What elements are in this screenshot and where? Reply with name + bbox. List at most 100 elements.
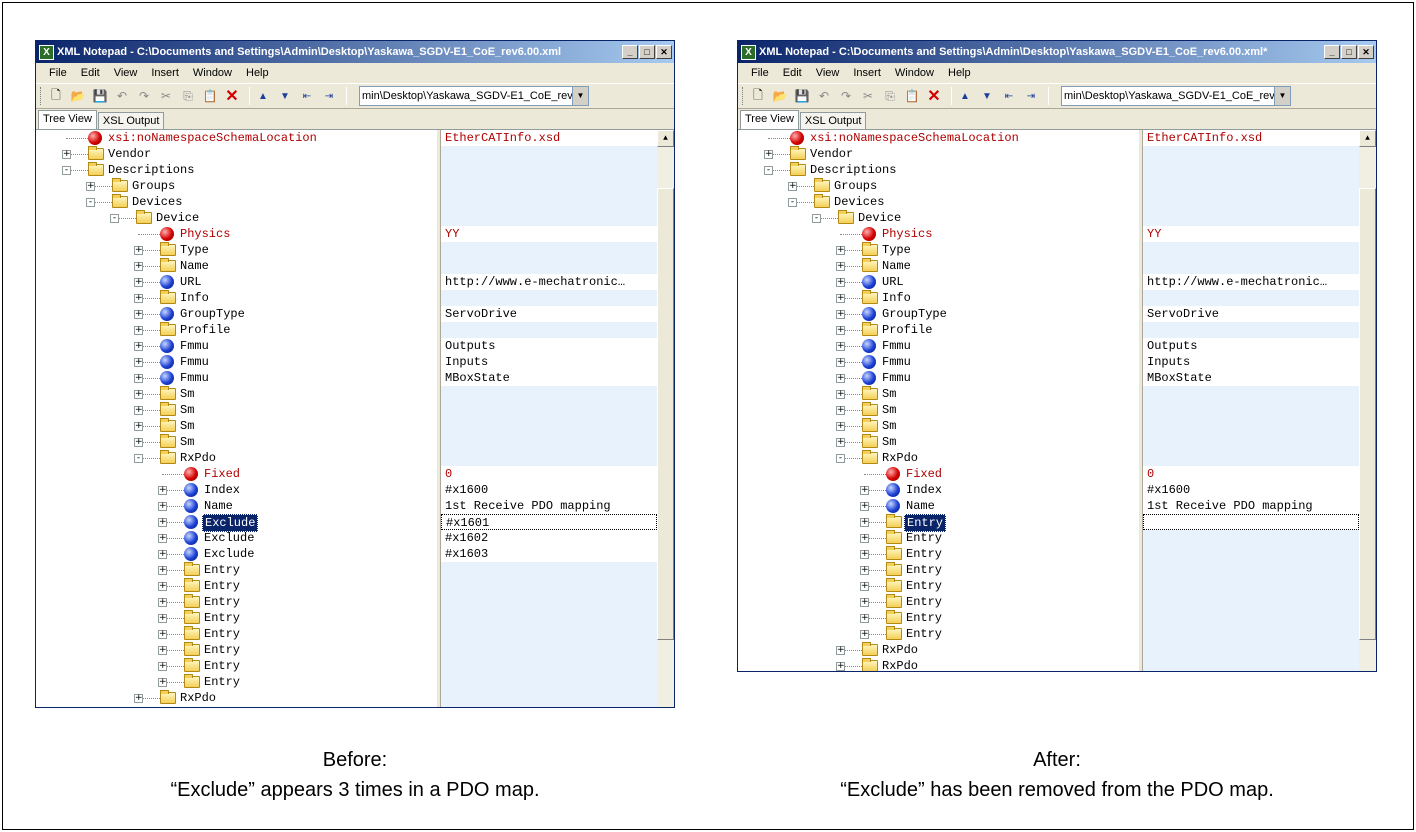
node-value-cell[interactable] <box>441 162 657 178</box>
node-value-cell[interactable] <box>441 418 657 434</box>
expand-toggle-icon[interactable]: + <box>860 614 869 623</box>
tree-node[interactable]: + Fmmu <box>738 370 1138 386</box>
expand-toggle-icon[interactable]: + <box>860 550 869 559</box>
node-value-cell[interactable] <box>1143 578 1359 594</box>
tab-tree-view[interactable]: Tree View <box>740 110 799 129</box>
node-value-cell[interactable] <box>1143 402 1359 418</box>
tree-node[interactable]: + Name <box>36 258 436 274</box>
expand-toggle-icon[interactable]: + <box>134 406 143 415</box>
tree-node[interactable]: + Info <box>36 290 436 306</box>
node-value-cell[interactable] <box>441 290 657 306</box>
vertical-scrollbar[interactable]: ▲ <box>1359 130 1376 671</box>
expand-toggle-icon[interactable]: + <box>836 646 845 655</box>
tree-node[interactable]: + Entry <box>738 562 1138 578</box>
node-value-cell[interactable] <box>441 322 657 338</box>
tree-node[interactable]: + Vendor <box>36 146 436 162</box>
expand-toggle-icon[interactable]: + <box>134 310 143 319</box>
node-value-cell[interactable] <box>441 146 657 162</box>
redo-icon[interactable]: ↷ <box>837 87 855 105</box>
indent-icon[interactable]: ⇤ <box>298 87 316 105</box>
tree-node[interactable]: + Entry <box>738 578 1138 594</box>
node-value-cell[interactable]: #x1600 <box>441 482 657 498</box>
expand-toggle-icon[interactable]: + <box>158 630 167 639</box>
node-value-cell[interactable]: #x1601 <box>441 514 657 530</box>
tree-node[interactable]: + Entry <box>36 562 436 578</box>
tree-node[interactable]: + RxPdo <box>738 642 1138 658</box>
expand-toggle-icon[interactable]: + <box>134 326 143 335</box>
node-value-cell[interactable] <box>441 658 657 674</box>
open-folder-icon[interactable]: 📂 <box>69 87 87 105</box>
expand-toggle-icon[interactable]: + <box>134 294 143 303</box>
node-value-cell[interactable] <box>1143 210 1359 226</box>
tree-node[interactable]: + Entry <box>36 626 436 642</box>
expand-toggle-icon[interactable]: + <box>158 582 167 591</box>
expand-toggle-icon[interactable]: + <box>158 662 167 671</box>
node-value-cell[interactable] <box>1143 530 1359 546</box>
tree-node[interactable]: + GroupType <box>738 306 1138 322</box>
tree-node[interactable]: + Groups <box>738 178 1138 194</box>
node-value-cell[interactable] <box>1143 242 1359 258</box>
node-value-cell[interactable]: MBoxState <box>1143 370 1359 386</box>
expand-toggle-icon[interactable]: + <box>158 678 167 687</box>
expand-toggle-icon[interactable]: + <box>860 486 869 495</box>
tree-node[interactable]: + Info <box>738 290 1138 306</box>
expand-toggle-icon[interactable]: + <box>860 630 869 639</box>
node-value-cell[interactable]: ServoDrive <box>1143 306 1359 322</box>
close-button[interactable]: ✕ <box>1358 45 1374 59</box>
node-value-cell[interactable]: 0 <box>1143 466 1359 482</box>
expand-toggle-icon[interactable]: + <box>158 486 167 495</box>
tree-node[interactable]: + URL <box>738 274 1138 290</box>
node-value-cell[interactable] <box>1143 178 1359 194</box>
tree-node[interactable]: + Sm <box>738 418 1138 434</box>
node-value-cell[interactable]: EtherCATInfo.xsd <box>1143 130 1359 146</box>
node-value-cell[interactable] <box>441 194 657 210</box>
node-value-cell[interactable]: #x1603 <box>441 546 657 562</box>
tree-node[interactable]: + Entry <box>36 578 436 594</box>
menu-window[interactable]: Window <box>186 67 239 79</box>
node-value-cell[interactable] <box>1143 418 1359 434</box>
node-value-cell[interactable]: 0 <box>441 466 657 482</box>
delete-icon[interactable]: ✕ <box>925 87 943 105</box>
tree-node[interactable]: - RxPdo <box>36 450 436 466</box>
collapse-toggle-icon[interactable]: - <box>62 166 71 175</box>
collapse-toggle-icon[interactable]: - <box>86 198 95 207</box>
paste-icon[interactable]: 📋 <box>903 87 921 105</box>
node-value-cell[interactable]: #x1600 <box>1143 482 1359 498</box>
expand-toggle-icon[interactable]: + <box>836 406 845 415</box>
node-value-cell[interactable] <box>441 690 657 706</box>
node-value-cell[interactable]: Inputs <box>441 354 657 370</box>
nudge-up-icon[interactable]: ▲ <box>254 87 272 105</box>
tree-node[interactable]: + Name <box>738 498 1138 514</box>
expand-toggle-icon[interactable]: + <box>836 326 845 335</box>
tree-node[interactable]: + Index <box>36 482 436 498</box>
expand-toggle-icon[interactable]: + <box>134 422 143 431</box>
node-value-cell[interactable]: Outputs <box>1143 338 1359 354</box>
scroll-thumb[interactable] <box>1359 188 1376 640</box>
node-value-cell[interactable] <box>1143 514 1359 530</box>
node-value-cell[interactable]: http://www.e-mechatronic… <box>1143 274 1359 290</box>
node-value-cell[interactable] <box>1143 194 1359 210</box>
tree-node[interactable]: + Sm <box>738 402 1138 418</box>
node-value-pane[interactable]: EtherCATInfo.xsd YY http://www.e-mechatron… <box>441 130 657 707</box>
tree-node[interactable]: + Fmmu <box>36 338 436 354</box>
tree-node[interactable]: + URL <box>36 274 436 290</box>
expand-toggle-icon[interactable]: + <box>836 262 845 271</box>
node-value-cell[interactable] <box>441 626 657 642</box>
tree-node[interactable]: + Vendor <box>738 146 1138 162</box>
tree-node[interactable]: + Fmmu <box>36 370 436 386</box>
expand-toggle-icon[interactable]: + <box>836 358 845 367</box>
tree-node[interactable]: + Sm <box>36 418 436 434</box>
tree-node[interactable]: + Fmmu <box>36 354 436 370</box>
tree-node[interactable]: Fixed <box>738 466 1138 482</box>
new-file-icon[interactable]: 🗋 <box>47 87 65 105</box>
menu-insert[interactable]: Insert <box>144 67 186 79</box>
expand-toggle-icon[interactable]: + <box>788 182 797 191</box>
tree-node[interactable]: + Type <box>738 242 1138 258</box>
node-value-cell[interactable] <box>441 242 657 258</box>
tree-node[interactable]: - Devices <box>738 194 1138 210</box>
node-value-cell[interactable] <box>1143 562 1359 578</box>
node-value-cell[interactable] <box>441 562 657 578</box>
tree-node[interactable]: + Exclude <box>36 514 436 532</box>
toolbar-grip[interactable] <box>40 87 43 105</box>
node-value-cell[interactable] <box>1143 258 1359 274</box>
